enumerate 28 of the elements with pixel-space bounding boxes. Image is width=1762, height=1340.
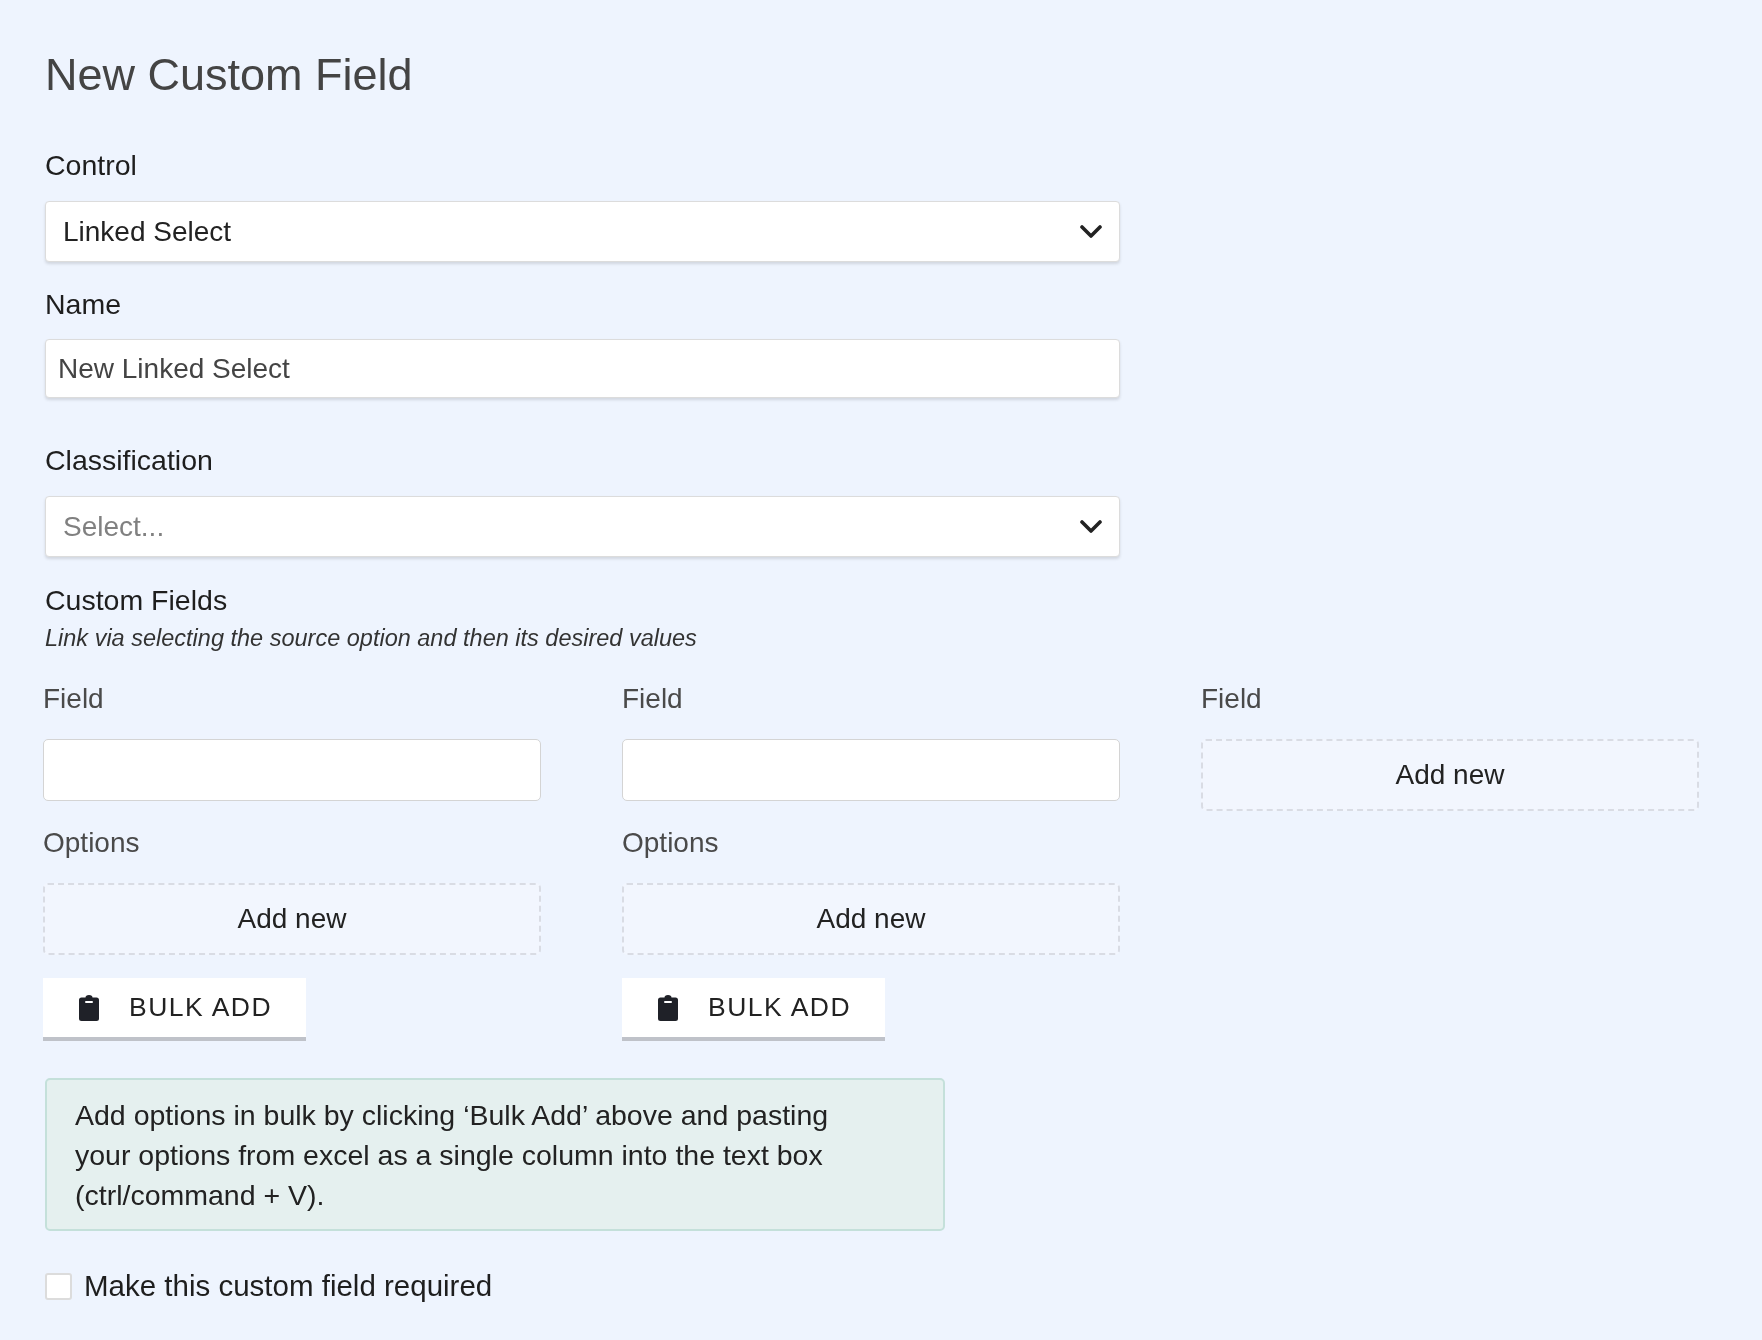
checkbox[interactable] xyxy=(45,1272,72,1300)
field-label: Field xyxy=(1201,682,1262,716)
field-label: Field xyxy=(43,682,104,716)
clipboard-icon xyxy=(79,994,99,1021)
options-label: Options xyxy=(43,826,140,860)
add-new-button[interactable]: Add new xyxy=(1201,739,1699,811)
input-field[interactable] xyxy=(622,739,1120,801)
hint-text: Link via selecting the source option and then its desired values xyxy=(45,624,697,652)
clipboard-icon xyxy=(658,994,678,1021)
info-message: Add options in bulk by clicking ‘Bulk Add’ above and pasting your options from excel as a single column into the text box (ctrl/command + V). xyxy=(45,1078,945,1231)
field-label: Classification xyxy=(45,443,213,477)
add-new-button[interactable]: Add new xyxy=(622,883,1120,955)
field-label: Field xyxy=(622,682,683,716)
chevron-down-icon xyxy=(1080,519,1102,534)
section-heading: Custom Fields xyxy=(45,583,228,617)
add-new-button[interactable]: Add new xyxy=(43,883,541,955)
bulk-add-button[interactable]: BULK ADD xyxy=(622,978,886,1041)
checkbox-label: Make this custom field required xyxy=(84,1269,493,1303)
chevron-down-icon xyxy=(1080,224,1102,239)
control-select[interactable]: Linked Select xyxy=(45,201,1120,262)
input-field[interactable] xyxy=(43,739,541,801)
field-label: Name xyxy=(45,287,122,321)
name-input[interactable]: New Linked Select xyxy=(45,339,1120,398)
page-title: New Custom Field xyxy=(45,50,413,100)
field-label: Control xyxy=(45,148,137,182)
options-label: Options xyxy=(622,826,719,860)
classification-select[interactable]: Select... xyxy=(45,496,1120,557)
bulk-add-button[interactable]: BULK ADD xyxy=(43,978,307,1041)
